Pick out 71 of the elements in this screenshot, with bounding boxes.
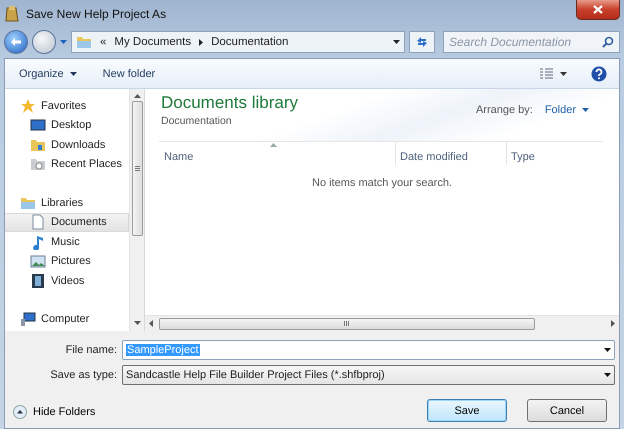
sidebar-item[interactable]: Desktop — [5, 116, 129, 135]
forward-button[interactable] — [32, 30, 56, 54]
close-icon — [593, 5, 603, 14]
sidebar-item[interactable]: Recent Places — [5, 154, 129, 174]
caret-icon — [70, 72, 77, 76]
library-title: Documents library — [161, 93, 298, 113]
sidebar-item[interactable]: Pictures — [5, 252, 129, 271]
sidebar-group[interactable]: Favorites — [5, 96, 129, 116]
computer-icon — [20, 311, 36, 328]
dialog-button[interactable]: Save — [427, 399, 507, 422]
dialog-button[interactable]: Cancel — [527, 399, 607, 422]
sidebar-group[interactable]: Computer — [5, 310, 129, 329]
collapse-icon — [13, 405, 27, 419]
caret-icon — [393, 40, 400, 44]
back-button[interactable] — [4, 30, 28, 54]
column-header[interactable]: Date modified — [395, 142, 506, 165]
file-type-dropdown[interactable]: Sandcastle Help File Builder Project Files (*.shfbproj) — [122, 365, 615, 385]
app-icon — [4, 5, 20, 23]
refresh-button[interactable] — [409, 31, 435, 53]
library-subtitle: Documentation — [161, 115, 233, 127]
arrange-label: Arrange by: — [476, 104, 533, 116]
caret-icon — [60, 40, 67, 44]
folder-icon — [30, 156, 46, 172]
scroll-left-icon[interactable] — [149, 320, 153, 327]
window-title: Save New Help Project As — [26, 7, 166, 21]
file-type-label: Save as type: — [49, 369, 117, 381]
sidebar-item[interactable]: Documents — [5, 212, 129, 232]
sidebar-group[interactable]: Libraries — [5, 193, 129, 212]
breadcrumb[interactable]: Documentation — [211, 36, 288, 48]
scroll-down-icon[interactable] — [134, 321, 140, 325]
caret-icon — [604, 373, 611, 377]
hide-folders-button[interactable]: Hide Folders — [13, 405, 96, 419]
film-icon — [30, 272, 46, 289]
folder-icon — [76, 34, 92, 50]
sidebar-item[interactable]: Videos — [5, 271, 129, 290]
organize-menu[interactable]: Organize — [17, 66, 79, 82]
caret-icon — [604, 348, 611, 352]
grip-icon — [134, 166, 140, 171]
sidebar-item[interactable]: Music — [5, 232, 129, 252]
sidebar-item[interactable]: Downloads — [5, 135, 129, 154]
vertical-scrollbar[interactable] — [129, 89, 144, 331]
column-header[interactable]: Type — [506, 142, 606, 165]
search-field[interactable]: Search Documentation — [443, 31, 620, 53]
breadcrumb-overflow[interactable]: « — [100, 36, 106, 48]
document-icon — [30, 214, 46, 230]
caret-icon — [582, 108, 589, 112]
new-folder-button[interactable]: New folder — [100, 66, 158, 82]
empty-message: No items match your search. — [312, 177, 452, 189]
breadcrumb[interactable]: My Documents — [114, 36, 192, 48]
scroll-right-icon[interactable] — [611, 320, 615, 327]
monitor-icon — [30, 117, 46, 134]
search-icon — [602, 36, 614, 48]
file-name-label: File name: — [64, 344, 117, 356]
list-view-icon — [540, 68, 554, 80]
caret-icon — [560, 72, 567, 76]
view-menu[interactable] — [538, 66, 569, 82]
music-note-icon — [30, 234, 46, 250]
close-button[interactable] — [576, 0, 620, 20]
address-bar[interactable]: « My Documents Documentation — [71, 31, 405, 53]
sort-arrow-icon — [270, 143, 277, 147]
horizontal-scrollbar[interactable] — [145, 315, 619, 331]
column-header[interactable]: Name — [159, 142, 395, 165]
grip-icon — [344, 321, 350, 326]
back-arrow-icon — [10, 37, 22, 47]
picture-icon — [30, 253, 46, 270]
scroll-up-icon[interactable] — [134, 94, 140, 98]
chevron-icon — [199, 38, 204, 46]
star-icon — [20, 98, 36, 114]
refresh-icon — [415, 36, 429, 48]
arrange-dropdown[interactable]: Folder — [544, 104, 589, 116]
help-icon[interactable] — [591, 66, 607, 82]
